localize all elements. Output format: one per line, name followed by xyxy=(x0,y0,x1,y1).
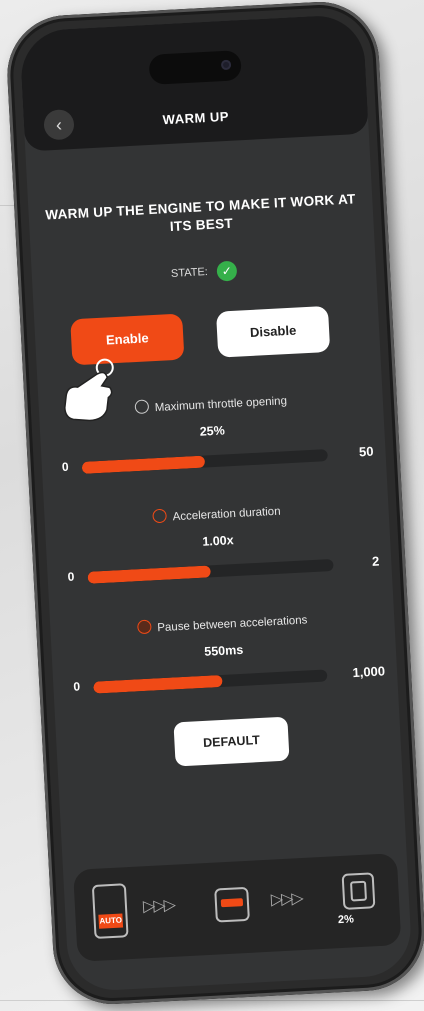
stopwatch-icon xyxy=(152,508,167,524)
camera-icon xyxy=(220,59,232,71)
page-title: WARM UP xyxy=(162,108,230,128)
acceleration-slider[interactable]: 0 2 xyxy=(67,554,379,586)
param-label-acceleration: Acceleration duration xyxy=(44,497,388,530)
arrows-icon: ▷▷▷ xyxy=(270,890,303,909)
app-screen: ‹ WARM UP WARM UP THE ENGINE TO MAKE IT … xyxy=(19,13,413,993)
engine-inner xyxy=(349,880,368,902)
phone-auto-icon[interactable]: AUTO xyxy=(91,883,129,939)
slider-fill xyxy=(81,455,206,474)
slider-fill xyxy=(87,565,211,584)
phone-frame: ‹ WARM UP WARM UP THE ENGINE TO MAKE IT … xyxy=(4,0,424,1008)
param-value-pause: 550ms xyxy=(203,642,244,659)
background-line xyxy=(0,1000,424,1001)
pause-slider[interactable]: 0 1,000 xyxy=(73,663,385,695)
param-label-pause: Pause between accelerations xyxy=(50,607,394,640)
headline: WARM UP THE ENGINE TO MAKE IT WORK AT IT… xyxy=(44,191,356,235)
engine-icon[interactable] xyxy=(341,872,376,910)
default-button[interactable]: DEFAULT xyxy=(173,716,290,767)
param-value-acceleration: 1.00x xyxy=(202,533,234,549)
dynamic-island xyxy=(148,50,242,85)
slider-fill xyxy=(93,674,223,694)
slider-min: 0 xyxy=(73,679,81,694)
auto-tag: AUTO xyxy=(98,913,124,929)
slider-max: 50 xyxy=(358,443,374,460)
arrows-icon: ▷▷▷ xyxy=(142,896,175,916)
slider-min: 0 xyxy=(61,459,69,475)
slider-track[interactable] xyxy=(87,558,334,584)
state-label: STATE: xyxy=(170,266,209,280)
header: ‹ WARM UP xyxy=(19,13,369,152)
ride-device-icon[interactable] xyxy=(214,886,250,923)
state-row: STATE: ✓ xyxy=(32,253,377,291)
pause-circle-icon xyxy=(136,619,152,635)
throttle-slider[interactable]: 0 50 xyxy=(62,444,374,476)
engine-percent: 2% xyxy=(337,913,355,927)
bottom-bar: AUTO ▷▷▷ ▷▷▷ 2% xyxy=(73,853,402,962)
speedometer-icon xyxy=(134,399,150,415)
ride-indicator xyxy=(220,898,244,908)
disable-button[interactable]: Disable xyxy=(215,305,331,358)
slider-track[interactable] xyxy=(81,449,328,474)
slider-max: 1,000 xyxy=(352,663,386,681)
slider-max: 2 xyxy=(371,553,380,569)
check-circle-icon: ✓ xyxy=(216,260,238,282)
slider-track[interactable] xyxy=(93,669,328,694)
slider-min: 0 xyxy=(67,569,75,584)
